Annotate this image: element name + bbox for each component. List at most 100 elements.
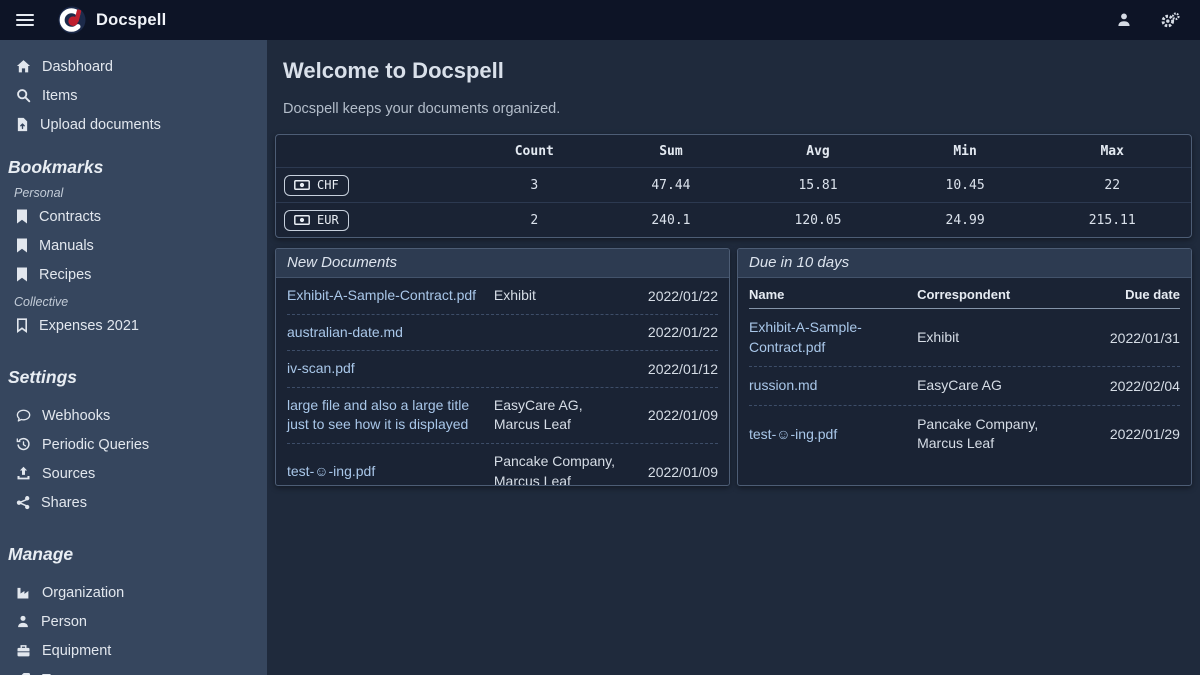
sidebar-item-periodic-queries[interactable]: Periodic Queries — [0, 430, 267, 459]
sidebar-item-recipes[interactable]: Recipes — [0, 260, 267, 289]
document-link[interactable]: test-☺-ing.pdf — [287, 462, 494, 482]
stats-cell: 47.44 — [603, 168, 740, 203]
sidebar-item-sources[interactable]: Sources — [0, 459, 267, 488]
document-date: 2022/01/09 — [623, 407, 718, 423]
menu-icon[interactable] — [16, 14, 34, 27]
sidebar-item-items[interactable]: Items — [0, 81, 267, 110]
sidebar-item-shares[interactable]: Shares — [0, 488, 267, 517]
bookmark-group-personal: Personal — [0, 186, 267, 200]
stats-cell: 15.81 — [739, 168, 897, 203]
stats-cell: 120.05 — [739, 203, 897, 238]
panel-title-new-documents: New Documents — [276, 249, 729, 278]
document-link[interactable]: iv-scan.pdf — [287, 359, 494, 379]
list-item: test-☺-ing.pdf Pancake Company, Marcus L… — [287, 443, 718, 486]
share-icon — [16, 495, 30, 510]
home-icon — [16, 59, 31, 74]
factory-icon — [16, 585, 31, 600]
new-documents-panel: New Documents Exhibit-A-Sample-Contract.… — [275, 248, 730, 486]
due-date: 2022/02/04 — [1081, 378, 1180, 394]
bookmark-outline-icon — [16, 318, 28, 333]
list-item: australian-date.md 2022/01/22 — [287, 314, 718, 351]
correspondent: EasyCare AG — [917, 376, 1081, 396]
money-bill-icon — [294, 215, 310, 225]
list-item: iv-scan.pdf 2022/01/12 — [287, 350, 718, 387]
stats-cell: 10.45 — [897, 168, 1034, 203]
correspondent: Pancake Company, Marcus Leaf — [494, 452, 623, 486]
file-upload-icon — [16, 117, 29, 132]
stats-cell: 24.99 — [897, 203, 1034, 238]
table-row: CHF 3 47.44 15.81 10.45 22 — [276, 168, 1191, 203]
page-subtitle: Docspell keeps your documents organized. — [283, 101, 1184, 117]
panel-title-due: Due in 10 days — [738, 249, 1191, 278]
sidebar-item-equipment[interactable]: Equipment — [0, 636, 267, 665]
sidebar-item-upload-documents[interactable]: Upload documents — [0, 110, 267, 139]
due-table-header: Name Correspondent Due date — [749, 278, 1180, 309]
app-title: Docspell — [96, 11, 166, 30]
brand[interactable]: Docspell — [58, 6, 166, 34]
comment-icon — [16, 408, 31, 423]
stats-card: Count Sum Avg Min Max — [275, 134, 1192, 238]
document-link[interactable]: Exhibit-A-Sample-Contract.pdf — [749, 318, 917, 357]
due-header-date: Due date — [1081, 287, 1180, 302]
document-link[interactable]: russion.md — [749, 376, 917, 396]
sidebar-item-expenses-2021[interactable]: Expenses 2021 — [0, 311, 267, 340]
document-date: 2022/01/12 — [623, 361, 718, 377]
stats-table: Count Sum Avg Min Max — [276, 135, 1191, 237]
sidebar-item-contracts[interactable]: Contracts — [0, 202, 267, 231]
bookmark-icon — [16, 267, 28, 282]
currency-badge-eur: EUR — [284, 210, 349, 231]
equipment-icon — [16, 643, 31, 658]
stats-cell: 215.11 — [1033, 203, 1191, 238]
correspondent: Pancake Company, Marcus Leaf — [917, 415, 1081, 454]
document-date: 2022/01/22 — [623, 324, 718, 340]
upload-icon — [16, 466, 31, 481]
table-row: test-☺-ing.pdf Pancake Company, Marcus L… — [749, 405, 1180, 463]
stats-header-count: Count — [466, 135, 603, 168]
stats-cell: 2 — [466, 203, 603, 238]
sidebar-heading-manage: Manage — [0, 544, 267, 565]
table-row: EUR 2 240.1 120.05 24.99 215.11 — [276, 203, 1191, 238]
document-link[interactable]: test-☺-ing.pdf — [749, 425, 917, 445]
list-item: large file and also a large title just t… — [287, 387, 718, 443]
stats-header-sum: Sum — [603, 135, 740, 168]
sidebar-item-tags[interactable]: Tags — [0, 665, 267, 675]
due-date: 2022/01/29 — [1081, 426, 1180, 442]
sidebar-item-manuals[interactable]: Manuals — [0, 231, 267, 260]
bookmark-icon — [16, 209, 28, 224]
sidebar-item-webhooks[interactable]: Webhooks — [0, 401, 267, 430]
document-link[interactable]: Exhibit-A-Sample-Contract.pdf — [287, 286, 494, 306]
user-icon[interactable] — [1116, 12, 1132, 28]
sidebar-item-dashboard[interactable]: Dasbhoard — [0, 52, 267, 81]
stats-header-empty — [276, 135, 466, 168]
due-date: 2022/01/31 — [1081, 330, 1180, 346]
docspell-logo-icon — [58, 6, 86, 34]
search-icon — [16, 88, 31, 103]
sidebar: Dasbhoard Items Upload documents Bookmar… — [0, 40, 267, 675]
correspondent: EasyCare AG, Marcus Leaf — [494, 396, 623, 435]
stats-header-min: Min — [897, 135, 1034, 168]
money-bill-icon — [294, 180, 310, 190]
document-date: 2022/01/22 — [623, 288, 718, 304]
currency-badge-chf: CHF — [284, 175, 349, 196]
top-navbar: Docspell — [0, 0, 1200, 40]
table-row: Exhibit-A-Sample-Contract.pdf Exhibit 20… — [749, 309, 1180, 366]
main-content: Welcome to Docspell Docspell keeps your … — [267, 40, 1200, 675]
document-link[interactable]: large file and also a large title just t… — [287, 396, 494, 435]
sidebar-heading-bookmarks: Bookmarks — [0, 157, 267, 178]
bookmark-icon — [16, 238, 28, 253]
stats-cell: 240.1 — [603, 203, 740, 238]
gears-icon[interactable] — [1160, 12, 1180, 29]
due-header-name: Name — [749, 287, 917, 302]
sidebar-item-person[interactable]: Person — [0, 607, 267, 636]
document-date: 2022/01/09 — [623, 464, 718, 480]
list-item: Exhibit-A-Sample-Contract.pdf Exhibit 20… — [287, 278, 718, 314]
due-documents-panel: Due in 10 days Name Correspondent Due da… — [737, 248, 1192, 486]
document-link[interactable]: australian-date.md — [287, 323, 494, 343]
correspondent: Exhibit — [494, 286, 623, 306]
stats-header-avg: Avg — [739, 135, 897, 168]
stats-cell: 22 — [1033, 168, 1191, 203]
correspondent: Exhibit — [917, 328, 1081, 348]
stats-header-max: Max — [1033, 135, 1191, 168]
sidebar-item-organization[interactable]: Organization — [0, 578, 267, 607]
sidebar-heading-settings: Settings — [0, 367, 267, 388]
